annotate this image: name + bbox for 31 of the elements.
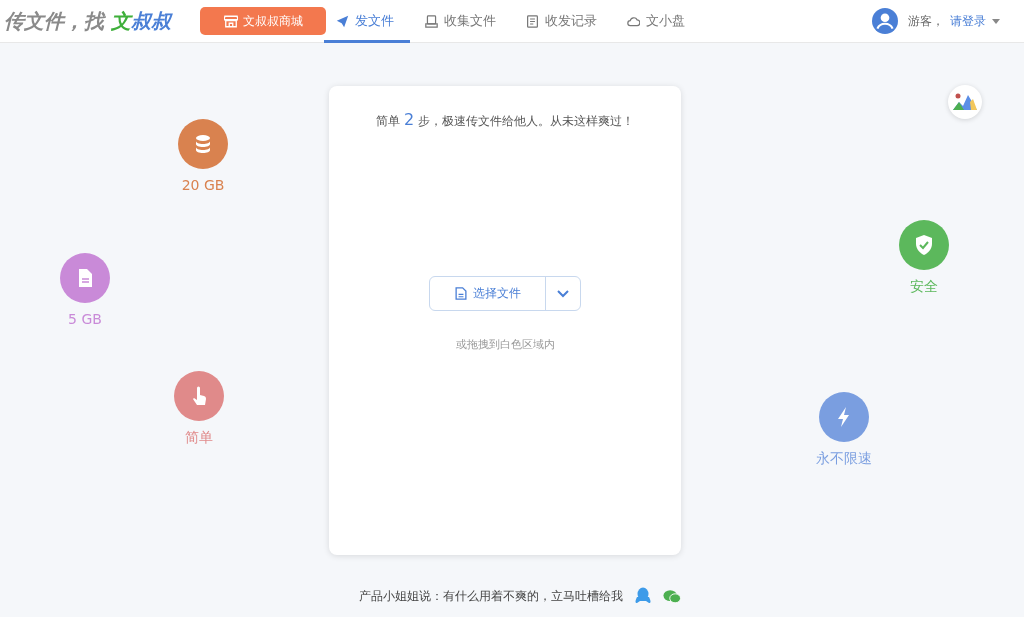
drag-hint: 或拖拽到白色区域内	[455, 337, 555, 352]
nav-tab[interactable]: 发文件	[324, 0, 410, 43]
shop-icon	[223, 14, 238, 28]
logo-text[interactable]: 叔叔	[130, 8, 171, 33]
feature-label: 20 GB	[181, 177, 225, 193]
choose-file-button[interactable]: 选择文件	[430, 277, 546, 310]
guest-label: 游客，	[908, 12, 944, 30]
feedback-text: 产品小姐姐说：有什么用着不爽的，立马吐槽给我	[359, 587, 623, 605]
document-icon	[526, 14, 539, 28]
chevron-down-icon	[557, 289, 569, 298]
cloud-icon	[627, 14, 640, 28]
paper-plane-icon	[336, 14, 349, 28]
logo-text[interactable]: 传文件，找	[4, 8, 111, 33]
nav-tab[interactable]: 收发记录	[511, 0, 612, 43]
login-link[interactable]: 请登录	[950, 12, 986, 30]
chat-bubbles-icon[interactable]	[663, 588, 681, 604]
feature-label: 5 GB	[68, 311, 102, 327]
headline: 简单 2 步，极速传文件给他人。从未这样爽过！	[375, 110, 635, 130]
shop-button[interactable]: 文叔叔商城	[200, 7, 326, 35]
feature-label: 永不限速	[816, 450, 872, 468]
image-button[interactable]	[948, 85, 982, 119]
logo-text[interactable]: 文	[110, 8, 131, 33]
picture-icon	[953, 92, 977, 112]
feature-label: 安全	[910, 278, 938, 296]
upload-card[interactable]: 简单 2 步，极速传文件给他人。从未这样爽过！ 选择文件 或拖拽到白色区域内	[329, 86, 681, 555]
nav-tab[interactable]: 收集文件	[410, 0, 511, 43]
file-icon	[454, 287, 467, 300]
nav-tab[interactable]: 文小盘	[612, 0, 700, 43]
avatar-icon[interactable]	[872, 8, 898, 34]
caret-icon[interactable]	[992, 18, 1000, 24]
feature-label: 简单	[185, 429, 213, 447]
